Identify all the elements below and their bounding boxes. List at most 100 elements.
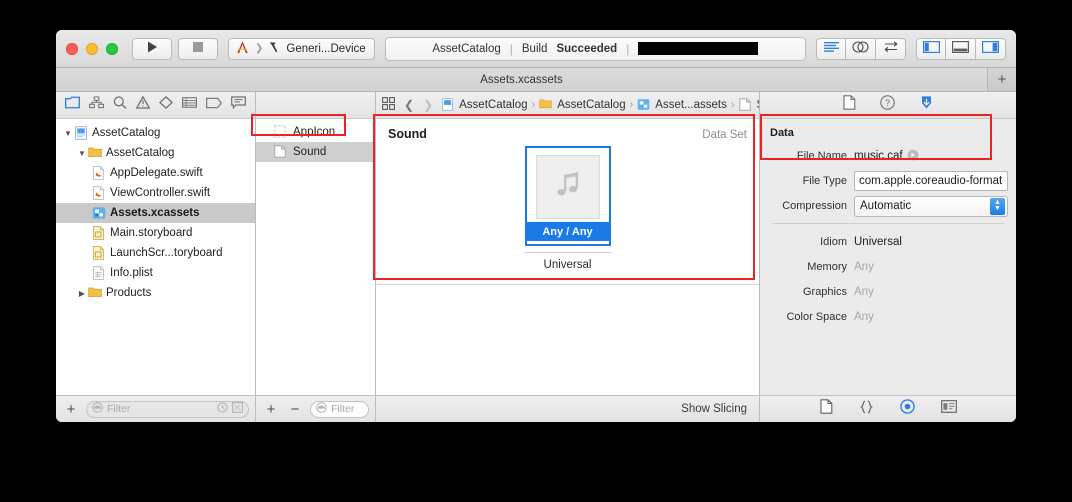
- asset-filter-field[interactable]: Filter: [310, 400, 369, 418]
- tree-row-assetcatalog-group[interactable]: ▼ AssetCatalog: [56, 143, 255, 163]
- dataset-icon: [738, 98, 753, 112]
- tree-row-info-plist[interactable]: Info.plist: [56, 263, 255, 283]
- back-arrow-icon[interactable]: ❮: [404, 98, 414, 112]
- tree-row-launchscreen-storyboard[interactable]: LaunchScr...toryboard: [56, 243, 255, 263]
- filter-scope-icon: [316, 400, 327, 418]
- breadcrumb-label: Asset...assets: [655, 99, 727, 111]
- compression-popup-button[interactable]: Automatic ▲ ▼: [854, 195, 1008, 217]
- editor-tab[interactable]: Assets.xcassets: [56, 68, 988, 91]
- asset-card-title: Sound: [388, 127, 427, 141]
- find-navigator-icon[interactable]: [113, 96, 127, 114]
- asset-slot[interactable]: Any / Any Universal: [520, 146, 616, 271]
- breadcrumb-item-group[interactable]: AssetCatalog: [539, 98, 626, 112]
- asset-list-item-appicon[interactable]: AppIcon: [256, 122, 375, 142]
- inspector-row-graphics: Graphics Any: [768, 281, 1008, 303]
- dataset-icon: [274, 145, 288, 159]
- standard-editor-button[interactable]: [816, 37, 846, 60]
- remove-asset-button[interactable]: −: [286, 400, 304, 418]
- library-tab-bar: [760, 395, 1016, 422]
- disclosure-triangle-down-icon[interactable]: ▼: [76, 149, 88, 158]
- asset-list-label: Sound: [293, 146, 327, 158]
- slot-divider: [523, 252, 612, 253]
- run-button[interactable]: [132, 37, 172, 60]
- folder-icon: [88, 286, 102, 300]
- asset-list-item-sound[interactable]: Sound: [256, 142, 375, 162]
- asset-slot-well[interactable]: Any / Any: [524, 146, 611, 246]
- disclosure-triangle-right-icon[interactable]: ▶: [76, 289, 88, 298]
- window-body: ▼ AssetCatalog ▼ AssetCatalog AppDelegat…: [56, 92, 1016, 422]
- music-note-icon: [551, 168, 585, 207]
- breadcrumb-item-sound[interactable]: Sound: [738, 98, 759, 112]
- navigator-toggle-icon: [922, 40, 940, 58]
- report-navigator-icon[interactable]: [231, 96, 247, 114]
- inspector-row-file-type: File Type com.apple.coreaudio-format: [768, 170, 1008, 192]
- attributes-inspector-icon[interactable]: [919, 95, 934, 115]
- navigator-filter-placeholder: Filter: [107, 403, 131, 415]
- inspector-label-memory: Memory: [807, 261, 847, 273]
- asset-list-label: AppIcon: [293, 126, 336, 138]
- tree-row-assetcatalog-project[interactable]: ▼ AssetCatalog: [56, 123, 255, 143]
- breadcrumb-item-xcassets[interactable]: Asset...assets: [637, 98, 727, 112]
- asset-card-kind: Data Set: [702, 129, 747, 141]
- tree-label: AppDelegate.swift: [110, 167, 203, 179]
- breakpoint-navigator-icon[interactable]: [206, 96, 223, 114]
- breadcrumb-separator: ›: [531, 99, 536, 111]
- navigator-tab-bar: [56, 92, 255, 119]
- toggle-debug-area-button[interactable]: [946, 37, 976, 60]
- inspector-row-compression: Compression Automatic ▲ ▼: [768, 195, 1008, 217]
- source-control-filter-icon[interactable]: [232, 400, 243, 418]
- debug-area-toggle-icon: [952, 40, 970, 58]
- swift-file-icon: [92, 186, 106, 200]
- asset-list-header: [256, 92, 375, 119]
- add-asset-button[interactable]: +: [262, 400, 280, 418]
- test-navigator-icon[interactable]: [159, 96, 174, 114]
- debug-navigator-icon[interactable]: [182, 96, 198, 114]
- assistant-editor-button[interactable]: [846, 37, 876, 60]
- object-library-icon[interactable]: [899, 399, 915, 419]
- asset-set-card: Sound Data Set Any / Any Universal: [376, 119, 759, 285]
- tree-row-viewcontroller-swift[interactable]: ViewController.swift: [56, 183, 255, 203]
- clock-icon[interactable]: [217, 400, 228, 418]
- quick-help-icon[interactable]: ?: [879, 95, 895, 115]
- issue-navigator-icon[interactable]: [135, 95, 151, 114]
- symbol-navigator-icon[interactable]: [88, 96, 104, 114]
- disclosure-triangle-down-icon[interactable]: ▼: [62, 129, 74, 138]
- editor-mode-segmented-control: [816, 37, 906, 60]
- file-inspector-icon[interactable]: [842, 95, 856, 115]
- tree-label: AssetCatalog: [106, 147, 175, 159]
- code-snippet-library-icon[interactable]: [859, 400, 874, 419]
- tree-row-appdelegate-swift[interactable]: AppDelegate.swift: [56, 163, 255, 183]
- toggle-utilities-button[interactable]: [976, 37, 1006, 60]
- xcode-window: ❯ Generi...Device AssetCatalog | Build S…: [56, 30, 1016, 422]
- related-items-icon[interactable]: [382, 97, 395, 113]
- zoom-window-button[interactable]: [106, 42, 118, 55]
- minimize-window-button[interactable]: [86, 42, 98, 55]
- stepper-down-arrow: ▼: [994, 205, 1001, 212]
- add-tab-button[interactable]: +: [988, 68, 1016, 91]
- file-type-field[interactable]: com.apple.coreaudio-format: [854, 171, 1008, 191]
- toggle-navigator-button[interactable]: [916, 37, 946, 60]
- stop-icon: [193, 42, 203, 55]
- inspector-divider: [772, 223, 1004, 224]
- breadcrumb-item-project[interactable]: AssetCatalog: [441, 98, 528, 112]
- scheme-selector[interactable]: ❯ Generi...Device: [228, 37, 375, 60]
- show-slicing-button[interactable]: Show Slicing: [681, 403, 747, 415]
- navigator-filter-field[interactable]: Filter: [86, 400, 249, 418]
- forward-arrow-icon[interactable]: ❯: [423, 98, 433, 112]
- editor-tab-bar: Assets.xcassets +: [56, 68, 1016, 92]
- tree-row-products[interactable]: ▶ Products: [56, 283, 255, 303]
- tree-row-assets-xcassets[interactable]: Assets.xcassets: [56, 203, 255, 223]
- close-window-button[interactable]: [66, 42, 78, 55]
- compression-stepper-icon[interactable]: ▲ ▼: [990, 197, 1005, 215]
- xcassets-icon: [637, 98, 651, 112]
- file-template-library-icon[interactable]: [819, 399, 833, 419]
- asset-list-body: AppIcon Sound: [256, 119, 375, 395]
- tree-row-main-storyboard[interactable]: Main.storyboard: [56, 223, 255, 243]
- project-navigator-icon[interactable]: [64, 96, 80, 114]
- reveal-arrow-icon[interactable]: [907, 149, 919, 164]
- stop-button[interactable]: [178, 37, 218, 60]
- tree-label: Products: [106, 287, 152, 299]
- add-file-button[interactable]: +: [62, 400, 80, 418]
- version-editor-button[interactable]: [876, 37, 906, 60]
- media-library-icon[interactable]: [940, 400, 957, 418]
